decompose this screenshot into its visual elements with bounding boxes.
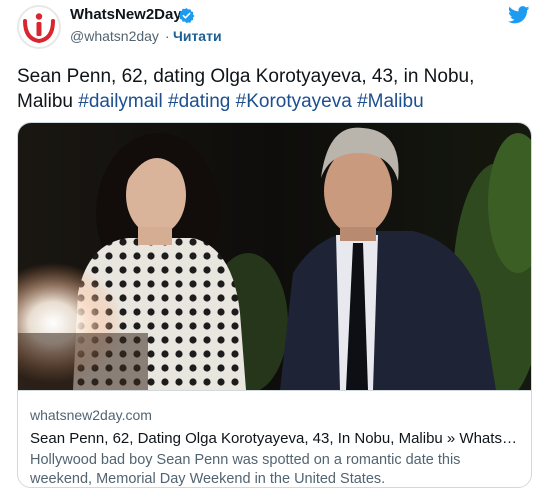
twitter-bird-icon[interactable] (508, 6, 530, 24)
verified-badge-icon (178, 8, 195, 23)
author-display-name[interactable]: WhatsNew2Day (70, 6, 182, 24)
follow-link[interactable]: Читати (173, 27, 222, 45)
card-divider (18, 390, 531, 391)
link-card[interactable]: whatsnew2day.com Sean Penn, 62, Dating O… (17, 122, 532, 488)
whatsnew2day-logo-icon (20, 8, 58, 46)
tweet-hashtags[interactable]: #dailymail #dating #Korotyayeva #Malibu (78, 91, 423, 112)
card-description: Hollywood bad boy Sean Penn was spotted … (30, 452, 461, 487)
avatar[interactable] (17, 5, 61, 49)
author-handle[interactable]: @whatsn2day (70, 27, 159, 45)
tweet-text: Sean Penn, 62, dating Olga Korotyayeva, … (17, 64, 532, 114)
card-title[interactable]: Sean Penn, 62, Dating Olga Korotyayeva, … (30, 429, 525, 449)
card-domain[interactable]: whatsnew2day.com (30, 406, 152, 424)
separator-dot: · (165, 28, 170, 44)
embedded-tweet: WhatsNew2Day @whatsn2day · Читати Sean P… (0, 0, 549, 500)
card-image[interactable] (18, 123, 531, 390)
